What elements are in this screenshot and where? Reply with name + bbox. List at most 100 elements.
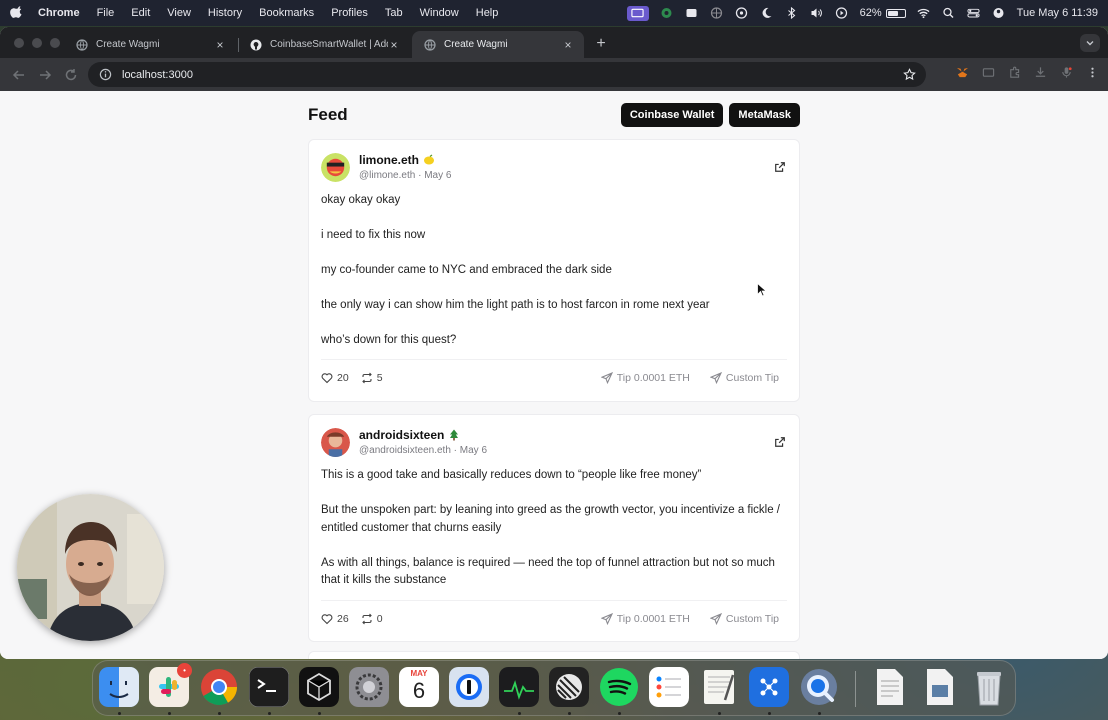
reminders-icon[interactable] [649,667,689,707]
document-icon[interactable] [869,667,909,707]
activity-monitor-icon[interactable] [499,667,539,707]
tip-fixed-button[interactable]: Tip 0.0001 ETH [593,371,698,384]
site-info-icon[interactable] [98,68,112,82]
feed-post: limone.eth @limone.eth · May 6 okay okay… [308,139,800,402]
screen-share-icon[interactable] [626,5,649,21]
volume-icon[interactable] [810,7,824,19]
perplexity-icon[interactable] [749,667,789,707]
system-settings-icon[interactable] [349,667,389,707]
menubar-clock[interactable]: Tue May 6 11:39 [1017,7,1098,19]
tab-create-wagmi-1[interactable]: Create Wagmi × [64,31,236,58]
play-tray-icon[interactable] [835,7,849,19]
menu-profiles[interactable]: Profiles [331,7,368,19]
custom-tip-button[interactable]: Custom Tip [702,371,787,384]
address-url[interactable]: localhost:3000 [122,69,902,81]
finder-icon[interactable] [99,667,139,707]
post-body: okay okay okay i need to fix this now my… [321,192,785,350]
control-center-icon[interactable] [967,7,981,19]
search-icon[interactable] [942,7,956,19]
cast-extension-icon[interactable] [980,64,996,80]
address-bar[interactable]: localhost:3000 [88,62,926,87]
user-switch-icon[interactable] [992,7,1006,19]
calendar-month: MAY [410,669,428,678]
minimize-window-button[interactable] [32,38,42,48]
menu-file[interactable]: File [97,7,115,19]
back-button[interactable] [8,64,30,86]
1password-icon[interactable] [449,667,489,707]
like-button[interactable]: 20 [321,372,349,384]
trash-icon[interactable] [969,667,1009,707]
author-name[interactable]: limone.eth [359,153,451,167]
forward-button[interactable] [34,64,56,86]
like-count: 20 [337,371,349,384]
arrow-left-icon [12,69,24,80]
running-indicator [218,712,221,715]
new-tab-button[interactable]: + [592,35,610,53]
menu-history[interactable]: History [208,7,242,19]
menu-window[interactable]: Window [420,7,459,19]
close-icon[interactable]: × [388,38,400,52]
calendar-day: 6 [412,678,426,703]
metamask-extension-icon[interactable] [954,64,970,80]
tab-search-button[interactable] [1080,34,1100,52]
terminal-icon[interactable] [249,667,289,707]
menu-help[interactable]: Help [476,7,499,19]
external-link-icon[interactable] [773,435,787,449]
preview-icon[interactable] [919,667,959,707]
tab-coinbase-smart-wallet[interactable]: CoinbaseSmartWallet | Addre × [238,31,410,58]
spotify-icon[interactable] [599,667,639,707]
recast-button[interactable]: 0 [361,613,383,625]
reload-button[interactable] [60,64,82,86]
globe-icon [76,38,88,51]
author-name[interactable]: androidsixteen [359,428,487,442]
download-icon[interactable] [1032,64,1048,80]
apple-menu-icon[interactable] [10,6,24,20]
puzzle-extensions-icon[interactable] [1006,64,1022,80]
chrome-window: Create Wagmi × CoinbaseSmartWallet | Add… [0,27,1108,659]
vpn-tray-icon[interactable] [735,7,749,19]
chrome-icon[interactable] [199,667,239,707]
calendar-icon[interactable]: MAY 6 [399,667,439,707]
coinbase-wallet-button[interactable]: Coinbase Wallet [620,103,724,127]
recast-button[interactable]: 5 [361,372,383,384]
wifi-icon[interactable] [917,7,931,19]
post-paragraph: okay okay okay [321,194,401,206]
post-date: May 6 [459,445,488,456]
menu-app-name[interactable]: Chrome [38,7,80,19]
avatar[interactable] [321,427,350,457]
cursor-icon[interactable] [299,667,339,707]
notes-tray-icon[interactable] [685,7,699,19]
metamask-button[interactable]: MetaMask [729,103,800,127]
more-menu-icon[interactable] [1084,64,1100,80]
globe-icon [424,38,436,51]
recast-count: 0 [376,612,383,625]
bluetooth-icon[interactable] [785,7,799,19]
quicktime-icon[interactable] [799,667,839,707]
extensions-row [954,64,1100,80]
like-button[interactable]: 26 [321,613,349,625]
menu-bookmarks[interactable]: Bookmarks [259,7,314,19]
custom-tip-button[interactable]: Custom Tip [702,612,787,625]
tip-fixed-button[interactable]: Tip 0.0001 ETH [593,612,698,625]
close-window-button[interactable] [14,38,24,48]
close-icon[interactable]: × [214,38,226,52]
textedit-icon[interactable] [699,667,739,707]
web-page: Feed Coinbase Wallet MetaMask limone.eth [0,91,1108,659]
globe-tray-icon[interactable] [710,7,724,19]
battery-indicator[interactable]: 62% [860,7,906,19]
linear-icon[interactable] [549,667,589,707]
moon-icon[interactable] [760,7,774,19]
author-display-name: limone.eth [359,153,420,167]
menu-view[interactable]: View [167,7,191,19]
zoom-window-button[interactable] [50,38,60,48]
slack-icon[interactable]: • [149,663,192,707]
tab-create-wagmi-active[interactable]: Create Wagmi × [412,31,584,58]
menu-tab[interactable]: Tab [385,7,403,19]
meeting-app-icon[interactable] [660,7,674,19]
close-icon[interactable]: × [562,38,574,52]
external-link-icon[interactable] [773,160,787,174]
bookmark-star-icon[interactable] [902,68,916,82]
avatar[interactable] [321,152,350,182]
menu-edit[interactable]: Edit [131,7,150,19]
microphone-icon[interactable] [1058,64,1074,80]
